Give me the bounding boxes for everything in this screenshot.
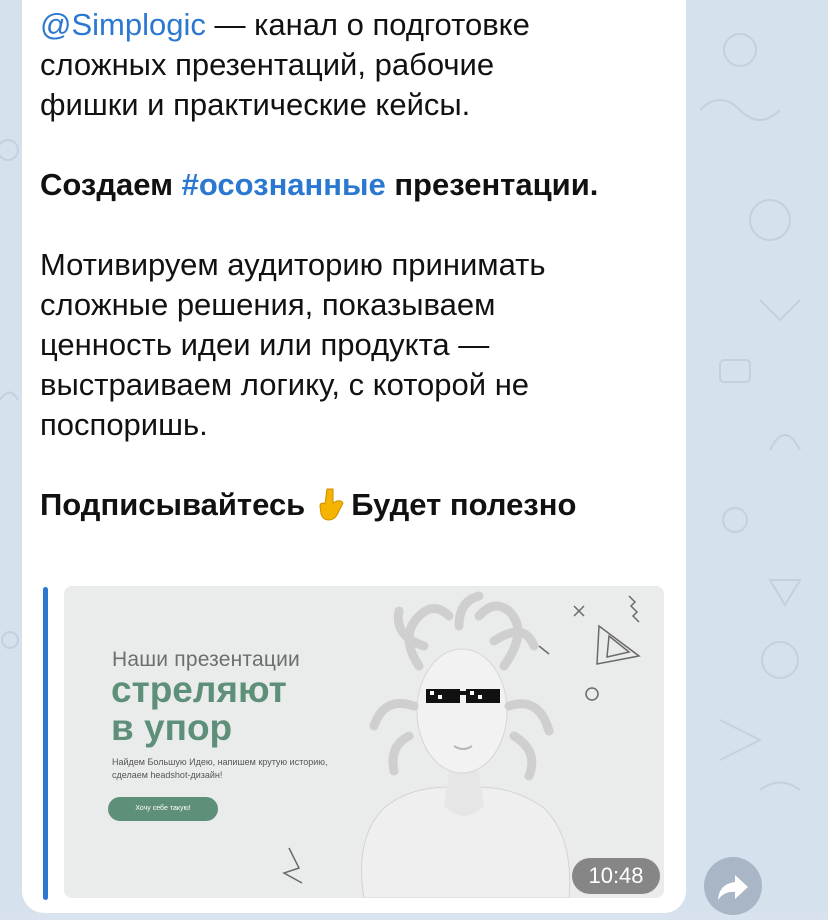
subscribe-line: Подписывайтесь Будет полезно [40,485,670,525]
share-button[interactable] [704,857,762,915]
video-duration-badge: 10:48 [572,858,660,894]
motivation-line: поспоришь. [40,407,208,442]
motivation-line: ценность идеи или продукта — [40,327,490,362]
creating-prefix: Создаем [40,167,182,202]
subscribe-right: Будет полезно [351,487,577,522]
link-preview-video[interactable]: Наши презентации стреляют в упор Найдем … [64,586,664,898]
motivation-line: выстраиваем логику, с которой не [40,367,530,402]
motivation-line: Мотивируем аудиторию принимать [40,247,546,282]
channel-mention-link[interactable]: @Simplogic [40,7,206,42]
share-arrow-icon [718,875,748,900]
intro-text-1: — канал о подготовке [205,7,530,42]
creating-line: Создаем #осознанные презентации. [40,165,670,205]
creating-suffix: презентации. [385,167,599,202]
message-text: @Simplogic — канал о подготовке сложных … [40,5,670,525]
motivation-line: сложные решения, показываем [40,287,496,322]
hashtag-link[interactable]: #осознанные [182,167,386,202]
intro-line-2: сложных презентаций, рабочие [40,47,495,82]
pointing-down-hand-icon [319,488,344,521]
subscribe-left: Подписывайтесь [40,487,306,522]
medusa-sculpture-image [282,591,641,898]
intro-line-3: фишки и практические кейсы. [40,87,471,122]
intro-line-1: @Simplogic — канал о подготовке [40,5,670,45]
link-preview-accent-bar [43,587,48,900]
